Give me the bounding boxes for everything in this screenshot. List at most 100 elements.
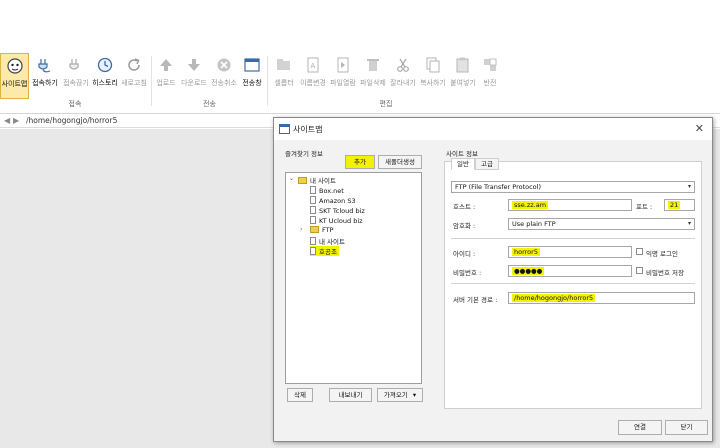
open-file-button[interactable]: 파일열람 bbox=[328, 53, 358, 99]
refresh-button[interactable]: 새로고침 bbox=[118, 53, 150, 99]
paste-button[interactable]: 붙여넣기 bbox=[448, 53, 478, 99]
export-button[interactable]: 내보내기 bbox=[329, 388, 372, 402]
delete-file-button[interactable]: 파일삭제 bbox=[358, 53, 388, 99]
select-button[interactable]: 셀롭터 bbox=[270, 53, 298, 99]
cut-button[interactable]: 잘라내기 bbox=[388, 53, 418, 99]
add-button[interactable]: 추가 bbox=[345, 155, 375, 169]
new-folder-button[interactable]: 새폴더생성 bbox=[378, 155, 422, 169]
site-file-icon bbox=[310, 247, 316, 255]
site-info-label: 사이트 정보 bbox=[446, 150, 478, 158]
server-path-label: 서버 기본 경로 : bbox=[453, 296, 498, 304]
tree-item-label: 호공조 bbox=[319, 248, 337, 256]
ribbon-toolbar: 사이트맵 접속하기 접속끊기 히스토리 새로고침 접속 업로드 다운로드 전송취… bbox=[0, 50, 720, 114]
tab-general[interactable]: 일반 bbox=[451, 158, 475, 170]
group-label-edit: 편집 bbox=[379, 100, 393, 108]
tab-advanced[interactable]: 고급 bbox=[475, 158, 499, 170]
sitemap-window-icon bbox=[279, 124, 290, 134]
connect-button[interactable]: 접속하기 bbox=[29, 53, 61, 99]
dialog-titlebar[interactable]: 사이트맵 ✕ bbox=[274, 118, 712, 140]
site-file-icon bbox=[310, 186, 316, 194]
tree-folder-label: FTP bbox=[322, 226, 334, 234]
rename-icon: A bbox=[307, 57, 319, 73]
tree-item[interactable]: Box.net bbox=[310, 186, 344, 196]
svg-text:A: A bbox=[311, 62, 316, 70]
plug-icon bbox=[38, 59, 51, 73]
port-label: 포트 : bbox=[636, 203, 653, 211]
upload-button[interactable]: 업로드 bbox=[153, 53, 179, 99]
refresh-icon bbox=[128, 58, 140, 71]
tree-item-selected[interactable]: 호공조 bbox=[310, 246, 339, 256]
id-value: horror5 bbox=[512, 248, 540, 256]
tree-item-label: SKT Tcloud biz bbox=[319, 207, 365, 215]
tree-item[interactable]: 내 사이트 bbox=[310, 236, 345, 246]
site-file-icon bbox=[310, 206, 316, 214]
delete-file-label: 파일삭제 bbox=[360, 79, 386, 87]
history-button[interactable]: 히스토리 bbox=[89, 53, 121, 99]
paste-label: 붙여넣기 bbox=[450, 79, 476, 87]
tree-folder-ftp[interactable]: › FTP bbox=[300, 226, 334, 236]
protocol-select[interactable]: FTP (File Transfer Protocol) ▾ bbox=[451, 181, 695, 193]
sitemap-button[interactable]: 사이트맵 bbox=[0, 53, 29, 99]
import-label: 가져오기 bbox=[383, 391, 408, 399]
folder-icon bbox=[310, 226, 319, 233]
rename-button[interactable]: A 이름변경 bbox=[298, 53, 328, 99]
anonymous-login-checkbox[interactable] bbox=[636, 248, 643, 255]
password-value: ●●●●● bbox=[512, 267, 545, 275]
play-file-icon bbox=[337, 57, 349, 73]
tree-item-label: Amazon S3 bbox=[319, 197, 356, 205]
id-input[interactable]: horror5 bbox=[508, 246, 632, 258]
folder-icon bbox=[298, 177, 307, 184]
tree-item-label: Box.net bbox=[319, 187, 344, 195]
port-input[interactable]: 21 bbox=[664, 199, 695, 211]
protocol-value: FTP (File Transfer Protocol) bbox=[455, 183, 541, 191]
save-password-checkbox[interactable] bbox=[636, 267, 643, 274]
cut-label: 잘라내기 bbox=[390, 79, 416, 87]
ribbon-separator bbox=[151, 56, 152, 106]
ribbon-group-edit: 셀롭터 A 이름변경 파일열람 파일삭제 잘라내기 복사하기 붙여넣기 반전 편… bbox=[270, 50, 502, 112]
copy-button[interactable]: 복사하기 bbox=[418, 53, 448, 99]
site-file-icon bbox=[310, 196, 316, 204]
tree-root-label: 내 사이트 bbox=[310, 177, 336, 185]
expand-caret-icon[interactable]: ⌄ bbox=[289, 175, 294, 182]
back-button[interactable]: ◀ bbox=[4, 116, 10, 125]
download-button[interactable]: 다운로드 bbox=[179, 53, 209, 99]
bookmark-info-label: 즐겨찾기 정보 bbox=[285, 150, 323, 158]
encryption-select[interactable]: Use plain FTP ▾ bbox=[508, 218, 695, 230]
disconnect-button[interactable]: 접속끊기 bbox=[60, 53, 92, 99]
save-password-label: 비밀번호 저장 bbox=[646, 269, 684, 277]
host-input[interactable]: sse.zz.am bbox=[508, 199, 632, 211]
invert-button[interactable]: 반전 bbox=[478, 53, 502, 99]
current-path[interactable]: /home/hogongjo/horror5 bbox=[26, 116, 117, 125]
host-label: 호스트 : bbox=[453, 203, 476, 211]
password-input[interactable]: ●●●●● bbox=[508, 265, 632, 277]
close-icon[interactable]: ✕ bbox=[695, 122, 704, 135]
tree-item[interactable]: KT Ucloud biz bbox=[310, 216, 363, 226]
tree-item[interactable]: Amazon S3 bbox=[310, 196, 356, 206]
close-button[interactable]: 닫기 bbox=[665, 420, 708, 435]
upload-arrow-icon bbox=[160, 59, 172, 71]
connect-button[interactable]: 연결 bbox=[618, 420, 662, 435]
tree-item-label: 내 사이트 bbox=[319, 238, 345, 246]
site-tree[interactable]: ⌄ 내 사이트 Box.net Amazon S3 SKT Tcloud biz… bbox=[285, 172, 422, 384]
encryption-label: 암호화 : bbox=[453, 222, 476, 230]
delete-button[interactable]: 삭제 bbox=[287, 388, 313, 402]
import-button[interactable]: 가져오기 ▾ bbox=[377, 388, 423, 402]
dropdown-arrow-icon: ▾ bbox=[687, 183, 691, 190]
server-path-input[interactable]: /home/hogongjo/horror5 bbox=[508, 292, 695, 304]
folder-select-icon bbox=[277, 59, 290, 70]
scissors-icon bbox=[397, 58, 409, 72]
transfer-window-button[interactable]: 전송창 bbox=[239, 53, 265, 99]
copy-icon bbox=[426, 57, 440, 73]
group-label-transfer: 전송 bbox=[203, 100, 216, 108]
transfer-cancel-button[interactable]: 전송취소 bbox=[209, 53, 239, 99]
dropdown-arrow-icon: ▾ bbox=[687, 220, 691, 227]
cancel-icon bbox=[217, 58, 231, 72]
connect-label: 접속하기 bbox=[32, 79, 58, 87]
forward-button[interactable]: ▶ bbox=[13, 116, 19, 125]
rename-label: 이름변경 bbox=[300, 79, 326, 87]
tree-root[interactable]: ⌄ 내 사이트 bbox=[289, 175, 336, 185]
tree-item[interactable]: SKT Tcloud biz bbox=[310, 206, 365, 216]
dialog-title: 사이트맵 bbox=[293, 125, 323, 134]
password-label: 비밀번호 : bbox=[453, 269, 482, 277]
collapse-caret-icon[interactable]: › bbox=[300, 226, 302, 233]
